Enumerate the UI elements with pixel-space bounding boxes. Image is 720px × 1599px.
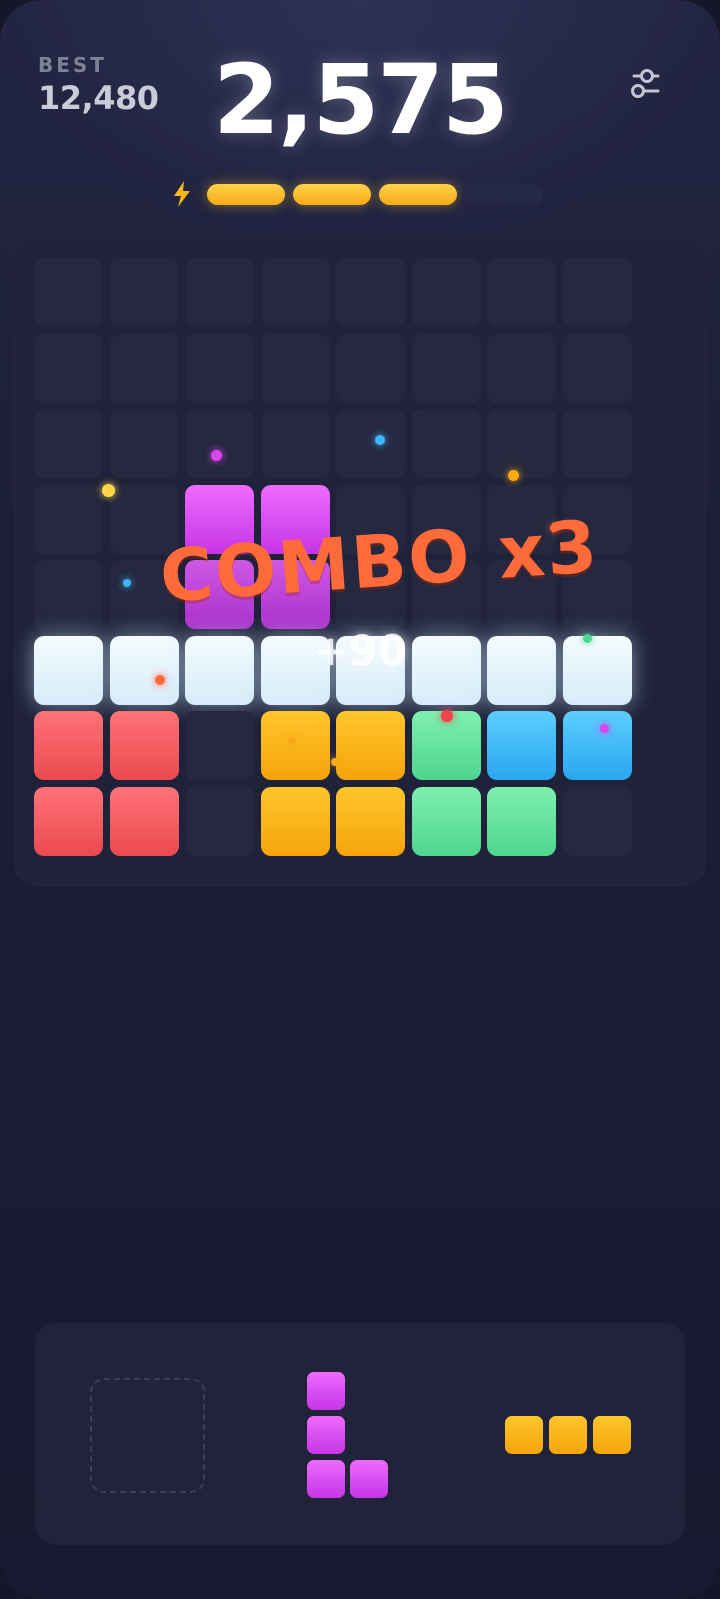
empty-cell[interactable] (110, 258, 179, 327)
spark-particle (599, 723, 609, 733)
current-score: 2,575 (213, 44, 509, 156)
power-segment (293, 184, 371, 205)
blue-block[interactable] (563, 711, 632, 780)
green-block[interactable] (487, 787, 556, 856)
spark-particle (331, 758, 339, 766)
spark-particle (123, 579, 131, 587)
empty-cell[interactable] (34, 334, 103, 403)
empty-cell[interactable] (110, 409, 179, 478)
cleared-block[interactable] (487, 636, 556, 705)
cleared-block[interactable] (563, 636, 632, 705)
empty-cell[interactable] (34, 258, 103, 327)
spark-particle (582, 633, 592, 643)
empty-cell[interactable] (563, 258, 632, 327)
empty-cell[interactable] (487, 334, 556, 403)
green-block[interactable] (412, 787, 481, 856)
piece-cell (307, 1416, 345, 1454)
red-block[interactable] (34, 711, 103, 780)
red-block[interactable] (110, 787, 179, 856)
spark-particle (288, 737, 296, 745)
piece-cell (593, 1416, 631, 1454)
empty-cell[interactable] (185, 787, 254, 856)
piece-cell (307, 1372, 345, 1410)
empty-cell[interactable] (185, 334, 254, 403)
power-segment (465, 184, 543, 205)
piece-cell (350, 1460, 388, 1498)
spark-particle (441, 710, 453, 722)
cleared-block[interactable] (185, 636, 254, 705)
empty-cell[interactable] (34, 560, 103, 629)
blue-block[interactable] (487, 711, 556, 780)
empty-cell[interactable] (185, 711, 254, 780)
piece-cell (505, 1416, 543, 1454)
empty-cell[interactable] (563, 334, 632, 403)
empty-cell[interactable] (261, 258, 330, 327)
empty-cell[interactable] (412, 334, 481, 403)
empty-piece-slot (90, 1378, 205, 1493)
yellow-block[interactable] (336, 711, 405, 780)
empty-cell[interactable] (563, 787, 632, 856)
game-screen: BEST 12,480 2,575 COMBO x3 +90 (0, 0, 720, 1599)
spark-particle (375, 435, 385, 445)
yellow-block[interactable] (261, 711, 330, 780)
yellow-block[interactable] (261, 787, 330, 856)
spark-particle (155, 675, 165, 685)
empty-cell[interactable] (110, 334, 179, 403)
yellow-block[interactable] (336, 787, 405, 856)
empty-cell[interactable] (261, 334, 330, 403)
points-popup: +90 (313, 626, 407, 675)
power-segment (379, 184, 457, 205)
empty-cell[interactable] (487, 409, 556, 478)
empty-cell[interactable] (563, 409, 632, 478)
empty-cell[interactable] (34, 485, 103, 554)
empty-cell[interactable] (185, 258, 254, 327)
piece-cell (307, 1460, 345, 1498)
empty-cell[interactable] (336, 334, 405, 403)
empty-cell[interactable] (412, 258, 481, 327)
power-segment (207, 184, 285, 205)
settings-button[interactable] (630, 64, 666, 104)
empty-cell[interactable] (34, 409, 103, 478)
empty-cell[interactable] (336, 409, 405, 478)
cleared-block[interactable] (34, 636, 103, 705)
empty-cell[interactable] (336, 258, 405, 327)
empty-cell[interactable] (487, 258, 556, 327)
piece-cell (549, 1416, 587, 1454)
red-block[interactable] (34, 787, 103, 856)
empty-cell[interactable] (412, 409, 481, 478)
empty-cell[interactable] (261, 409, 330, 478)
spark-particle (101, 483, 115, 497)
cleared-block[interactable] (110, 636, 179, 705)
spark-particle (210, 449, 222, 461)
sliders-icon (631, 69, 660, 98)
empty-cell[interactable] (185, 409, 254, 478)
red-block[interactable] (110, 711, 179, 780)
cleared-block[interactable] (412, 636, 481, 705)
spark-particle (507, 469, 519, 481)
lightning-bolt-icon (174, 181, 190, 207)
